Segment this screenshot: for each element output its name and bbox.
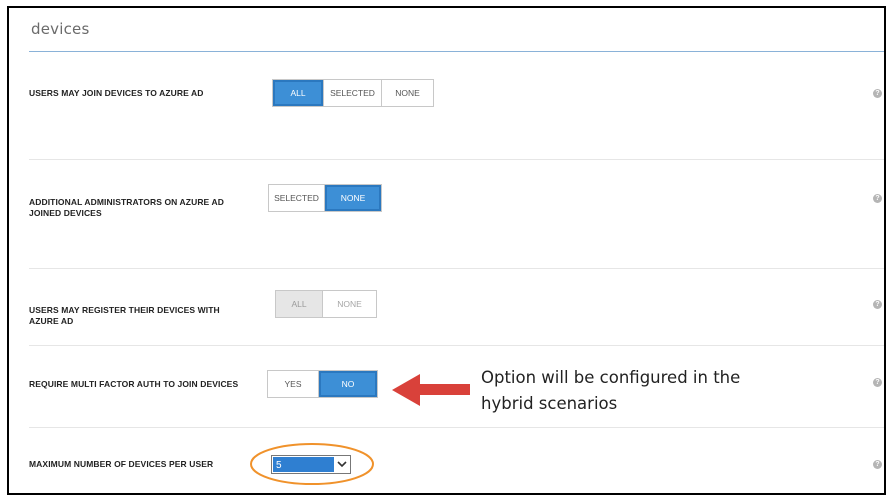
require-mfa-option-no[interactable]: NO xyxy=(319,371,377,397)
require-mfa-option-yes[interactable]: YES xyxy=(268,371,319,397)
help-icon[interactable]: ? xyxy=(873,378,882,387)
help-icon[interactable]: ? xyxy=(873,194,882,203)
max-devices-select[interactable]: 5 xyxy=(271,455,351,474)
additional-admins-option-none[interactable]: NONE xyxy=(325,185,381,211)
annotation-callout-text: Option will be configured in the hybrid … xyxy=(481,368,741,413)
register-devices-toggle: ALL NONE xyxy=(275,290,377,318)
row-divider xyxy=(29,427,884,428)
devices-settings-panel: devices USERS MAY JOIN DEVICES TO AZURE … xyxy=(7,6,886,495)
join-devices-option-none[interactable]: NONE xyxy=(382,80,433,106)
register-devices-option-all: ALL xyxy=(276,291,323,317)
join-devices-toggle: ALL SELECTED NONE xyxy=(272,79,434,107)
row-divider xyxy=(29,268,884,269)
additional-admins-toggle: SELECTED NONE xyxy=(268,184,382,212)
max-devices-select-value: 5 xyxy=(273,457,334,472)
section-title-rule xyxy=(29,51,884,52)
row-label-additional-admins: ADDITIONAL ADMINISTRATORS ON AZURE AD JO… xyxy=(29,197,224,218)
join-devices-option-selected[interactable]: SELECTED xyxy=(324,80,382,106)
chevron-down-icon[interactable] xyxy=(334,456,350,473)
register-devices-option-none: NONE xyxy=(337,299,362,309)
section-title: devices xyxy=(31,20,90,38)
additional-admins-option-selected[interactable]: SELECTED xyxy=(269,185,325,211)
annotation-arrow-icon xyxy=(392,374,470,406)
help-icon[interactable]: ? xyxy=(873,300,882,309)
row-label-register-devices: USERS MAY REGISTER THEIR DEVICES WITH AZ… xyxy=(29,305,220,326)
row-label-join-devices: USERS MAY JOIN DEVICES TO AZURE AD xyxy=(29,88,204,98)
require-mfa-toggle: YES NO xyxy=(267,370,378,398)
help-icon[interactable]: ? xyxy=(873,460,882,469)
help-icon[interactable]: ? xyxy=(873,89,882,98)
join-devices-option-all[interactable]: ALL xyxy=(273,80,324,106)
row-divider xyxy=(29,345,884,346)
row-label-require-mfa: REQUIRE MULTI FACTOR AUTH TO JOIN DEVICE… xyxy=(29,379,239,389)
row-label-max-devices: MAXIMUM NUMBER OF DEVICES PER USER xyxy=(29,459,214,469)
row-divider xyxy=(29,159,884,160)
